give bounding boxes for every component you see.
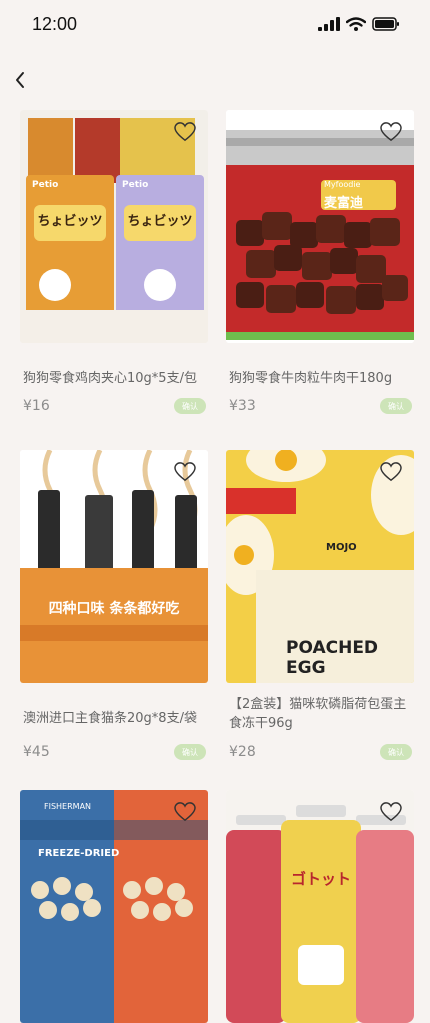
- favorite-heart-icon[interactable]: [174, 802, 196, 822]
- product-price: ¥33: [229, 398, 256, 414]
- product-image[interactable]: FISHERMAN FREEZE-DRIED: [20, 790, 208, 1023]
- product-title[interactable]: 狗狗零食鸡肉夹心10g*5支/包: [20, 369, 208, 388]
- product-price: ¥28: [229, 744, 256, 760]
- product-image-text: POACHED EGG: [286, 638, 379, 678]
- product-image-art: [20, 790, 208, 1023]
- favorite-heart-icon[interactable]: [380, 462, 402, 482]
- product-title[interactable]: 澳洲进口主食猫条20g*8支/袋: [20, 709, 208, 728]
- favorite-heart-icon[interactable]: [380, 802, 402, 822]
- cellular-signal-icon: [318, 17, 340, 31]
- price-row: ¥45 确认: [23, 742, 208, 762]
- chevron-left-icon: [16, 72, 24, 88]
- confirm-button[interactable]: 确认: [174, 398, 206, 414]
- confirm-button[interactable]: 确认: [380, 744, 412, 760]
- price-row: ¥16 确认: [23, 396, 208, 416]
- product-card[interactable]: ゴトット: [226, 790, 414, 1023]
- favorite-heart-icon[interactable]: [174, 122, 196, 142]
- product-image-text: ちょビッツ: [37, 214, 103, 229]
- confirm-button[interactable]: 确认: [380, 398, 412, 414]
- product-card[interactable]: ちょビッツ ちょビッツ Petio Petio 狗狗零食鸡肉夹心10g*5支/包…: [20, 110, 208, 414]
- product-brand: FISHERMAN: [44, 802, 92, 811]
- product-price: ¥16: [23, 398, 50, 414]
- product-image-art: [226, 790, 414, 1023]
- favorite-heart-icon[interactable]: [380, 122, 402, 142]
- confirm-button[interactable]: 确认: [174, 744, 206, 760]
- price-row: ¥33 确认: [229, 396, 414, 416]
- favorite-heart-icon[interactable]: [174, 462, 196, 482]
- product-image-text: 四种口味 条条都好吃: [48, 601, 180, 617]
- product-card[interactable]: MOJO POACHED EGG 【2盒装】猫咪软磷脂荷包蛋主食冻干96g ¥2…: [226, 450, 414, 760]
- product-title[interactable]: 【2盒装】猫咪软磷脂荷包蛋主食冻干96g: [226, 695, 414, 733]
- wifi-icon: [346, 17, 366, 31]
- product-card[interactable]: 四种口味 条条都好吃 澳洲进口主食猫条20g*8支/袋 ¥45 确认: [20, 450, 208, 760]
- price-row: ¥28 确认: [229, 742, 414, 762]
- status-time: 12:00: [32, 14, 78, 34]
- product-title[interactable]: 狗狗零食牛肉粒牛肉干180g: [226, 369, 414, 388]
- product-brand: Petio: [32, 180, 59, 190]
- status-icons: [318, 17, 400, 31]
- product-brand: Petio: [122, 180, 149, 190]
- battery-icon: [372, 17, 399, 31]
- product-image-art: [20, 450, 208, 683]
- back-button[interactable]: [10, 66, 30, 94]
- product-card[interactable]: Myfoodie 麦富迪 狗狗零食牛肉粒牛肉干180g ¥33 确认: [226, 110, 414, 414]
- product-brand: Myfoodie: [324, 180, 361, 189]
- status-bar: 12:00: [0, 0, 430, 52]
- product-price: ¥45: [23, 744, 50, 760]
- product-image-text: ゴトット: [290, 870, 351, 888]
- product-card[interactable]: FISHERMAN FREEZE-DRIED: [20, 790, 208, 1023]
- product-image-art: [226, 110, 414, 343]
- product-brand: MOJO: [326, 542, 357, 553]
- product-image[interactable]: MOJO POACHED EGG: [226, 450, 414, 683]
- product-image[interactable]: 四种口味 条条都好吃: [20, 450, 208, 683]
- product-image-text: 麦富迪: [324, 196, 364, 211]
- product-image-text: ちょビッツ: [127, 214, 193, 229]
- product-image[interactable]: Myfoodie 麦富迪: [226, 110, 414, 343]
- product-image[interactable]: ちょビッツ ちょビッツ Petio Petio: [20, 110, 208, 343]
- product-image-text: FREEZE-DRIED: [38, 848, 120, 859]
- product-image[interactable]: ゴトット: [226, 790, 414, 1023]
